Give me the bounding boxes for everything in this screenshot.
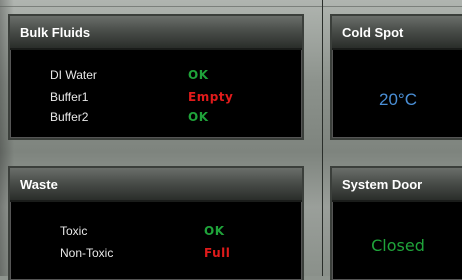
waste-header: Waste (10, 168, 302, 202)
cold-spot-header: Cold Spot (332, 16, 462, 50)
cold-spot-panel: Cold Spot 20°C (330, 14, 462, 140)
system-door-status: Closed (371, 236, 425, 255)
buffer2-label: Buffer2 (50, 110, 89, 124)
background-divider (322, 0, 323, 276)
toxic-status: OK (204, 224, 225, 238)
waste-panel: Waste Toxic OK Non-Toxic Full (8, 166, 304, 280)
buffer2-status: OK (188, 110, 209, 124)
system-door-panel: System Door Closed (330, 166, 462, 280)
buffer1-status: Empty (188, 90, 234, 104)
di-water-label: DI Water (50, 68, 97, 82)
background-line (0, 6, 462, 7)
cold-spot-temperature: 20°C (379, 90, 417, 109)
buffer1-label: Buffer1 (50, 90, 89, 104)
bulk-fluids-header: Bulk Fluids (10, 16, 302, 50)
bulk-fluids-panel: Bulk Fluids DI Water OK Buffer1 Empty Bu… (8, 14, 304, 140)
di-water-status: OK (188, 68, 209, 82)
non-toxic-status: Full (204, 246, 231, 260)
system-door-header: System Door (332, 168, 462, 202)
non-toxic-label: Non-Toxic (60, 246, 114, 260)
toxic-label: Toxic (60, 224, 88, 238)
